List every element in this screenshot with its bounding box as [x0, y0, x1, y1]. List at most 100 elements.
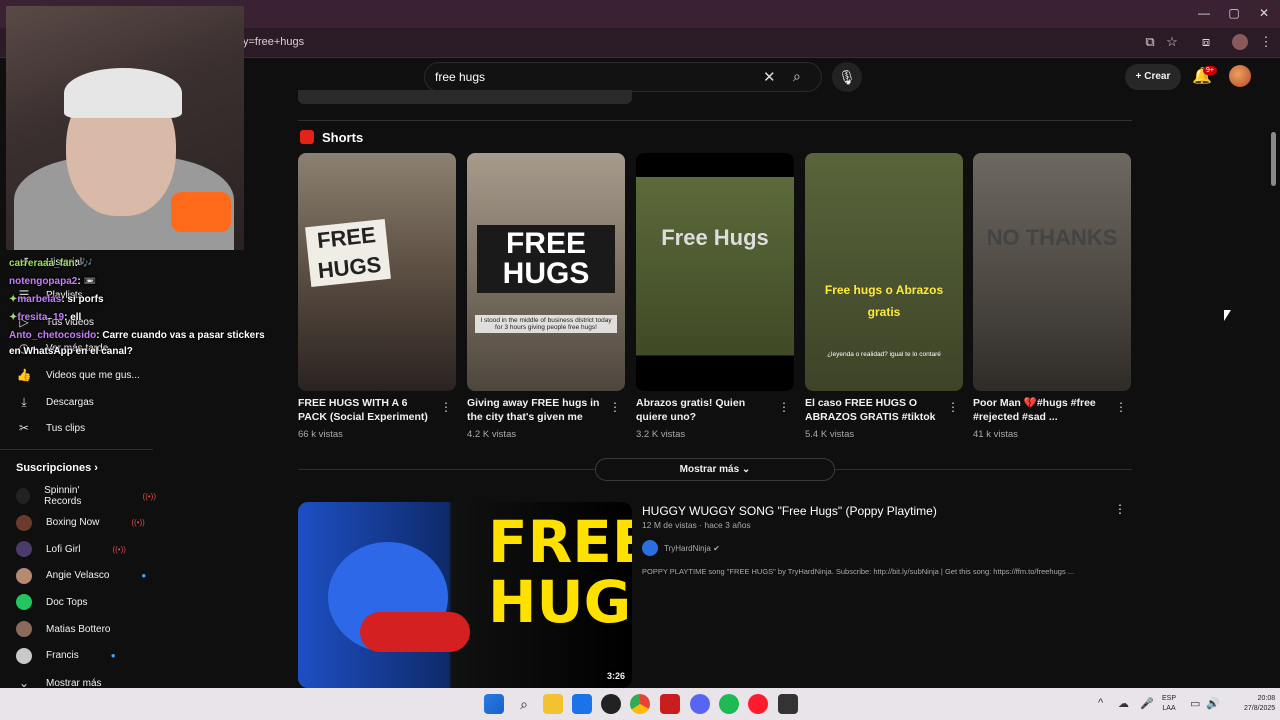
short-views: 66 k vistas [298, 429, 343, 440]
cast-icon[interactable]: ⧉ [1142, 34, 1158, 50]
search-icon[interactable]: ⌕ [514, 694, 534, 714]
short-thumbnail[interactable]: Free hugs o Abrazos gratis ¿leyenda o rea… [805, 153, 963, 391]
channel-avatar [16, 567, 32, 584]
chat-message: carreraaa_fan: 🎶 [9, 256, 279, 272]
subscription-item[interactable]: Francis ● [16, 646, 156, 666]
subscription-item[interactable]: Matias Bottero [16, 619, 156, 639]
voice-search-icon[interactable]: 🎙 [832, 62, 862, 92]
profile-icon[interactable] [1232, 34, 1248, 50]
video-title[interactable]: HUGGY WUGGY SONG "Free Hugs" (Poppy Play… [642, 504, 937, 518]
maximize-button[interactable]: ▢ [1224, 6, 1244, 20]
network-icon[interactable]: ☁ [1118, 697, 1129, 710]
sidebar-item-4[interactable]: 👍 Videos que me gus... [16, 365, 156, 385]
discord-icon[interactable] [690, 694, 710, 714]
video-thumbnail[interactable]: FREE HUGS [298, 502, 632, 688]
lang-top: ESP [1162, 695, 1177, 702]
language-indicator[interactable]: ESP LAA [1162, 694, 1176, 714]
short-title[interactable]: Giving away FREE hugs in the city that's… [467, 396, 607, 424]
browser-menu-icon[interactable]: ⋮ [1258, 34, 1274, 50]
chevron-down-icon: ⌄ [741, 464, 751, 475]
video-duration: 3:26 [603, 670, 630, 682]
chat-message: Anto_chetocosido: Carre cuando vas a pas… [9, 328, 279, 360]
bookmark-star-icon[interactable]: ☆ [1164, 34, 1180, 50]
new-content-dot: ● [110, 651, 116, 661]
chevron-right-icon: › [94, 462, 98, 474]
short-title[interactable]: FREE HUGS WITH A 6 PACK (Social Experime… [298, 396, 438, 424]
short-thumbnail-text: FREE HUGS [305, 218, 391, 288]
short-more-options-icon[interactable]: ⋮ [947, 400, 959, 414]
subscriptions-heading[interactable]: Suscripciones › [16, 462, 98, 474]
short-more-options-icon[interactable]: ⋮ [778, 400, 790, 414]
sidebar-item-6[interactable]: ✂ Tus clips [16, 418, 156, 438]
clock-time: 20:08 [1257, 695, 1276, 702]
opera-icon[interactable] [748, 694, 768, 714]
chat-username: Anto_chetocosido [9, 330, 97, 341]
channel-avatar [16, 594, 32, 611]
subscription-item[interactable]: Spinnin' Records ((•)) [16, 485, 156, 507]
short-more-options-icon[interactable]: ⋮ [1115, 400, 1127, 414]
channel-name-text: TryHardNinja [664, 544, 711, 553]
extensions-icon[interactable]: ⧈ [1198, 34, 1214, 50]
chrome-icon[interactable] [630, 694, 650, 714]
subscription-item[interactable]: Angie Velasco ● [16, 566, 156, 586]
file-explorer-icon[interactable] [543, 694, 563, 714]
short-thumbnail-text: NO THANKS [986, 225, 1118, 250]
shorts-show-more-button[interactable]: Mostrar más ⌄ [595, 458, 835, 481]
app-icon[interactable] [660, 694, 680, 714]
clear-search-icon[interactable]: ✕ [763, 68, 776, 86]
app-icon-2[interactable] [778, 694, 798, 714]
obs-icon[interactable] [601, 694, 621, 714]
outlook-icon[interactable] [572, 694, 592, 714]
subscription-name: Spinnin' Records [44, 485, 82, 507]
subscription-name: Matias Bottero [46, 623, 111, 635]
short-title[interactable]: El caso FREE HUGS O ABRAZOS GRATIS #tikt… [805, 396, 945, 424]
channel-avatar[interactable] [642, 540, 658, 556]
channel-name[interactable]: TryHardNinja ✔ [664, 544, 720, 553]
subscription-item[interactable]: Boxing Now ((•)) [16, 513, 156, 533]
short-thumbnail[interactable]: Free Hugs [636, 153, 794, 391]
create-label: Crear [1144, 71, 1171, 82]
notification-badge: 9+ [1203, 66, 1217, 75]
chat-text: : ell [64, 312, 82, 323]
short-more-options-icon[interactable]: ⋮ [440, 400, 452, 414]
short-thumbnail-text: FREE HUGS [477, 225, 615, 293]
create-button[interactable]: + Crear [1125, 64, 1181, 90]
scrollbar-thumb[interactable] [1271, 132, 1276, 186]
url-text[interactable]: y=free+hugs [243, 36, 304, 48]
sidebar-item-label: Descargas [46, 396, 94, 408]
spotify-icon[interactable] [719, 694, 739, 714]
short-more-options-icon[interactable]: ⋮ [609, 400, 621, 414]
previous-video-thumbnail-edge[interactable] [298, 90, 632, 104]
close-window-button[interactable]: ✕ [1254, 6, 1274, 20]
short-title[interactable]: Abrazos gratis! Quien quiere uno? [636, 396, 776, 424]
shorts-show-more-label: Mostrar más [679, 464, 740, 475]
thumbnail-text: FREE HUGS [488, 508, 632, 636]
subscription-item[interactable]: Lofi Girl ((•)) [16, 539, 156, 559]
search-icon[interactable]: ⌕ [793, 68, 801, 85]
short-thumbnail[interactable]: FREE HUGS [298, 153, 456, 391]
video-more-options-icon[interactable]: ⋮ [1114, 502, 1126, 516]
subscription-item[interactable]: Doc Tops [16, 592, 156, 612]
tray-chevron-icon[interactable]: ^ [1098, 697, 1103, 709]
chat-username: notengopapa2 [9, 276, 78, 287]
minimize-button[interactable]: — [1194, 6, 1214, 20]
volume-icon[interactable]: 🔊 [1206, 697, 1220, 710]
short-title[interactable]: Poor Man 💔#hugs #free #rejected #sad ... [973, 396, 1113, 424]
chat-username: fresita_19 [17, 312, 65, 323]
display-icon[interactable]: ▭ [1190, 697, 1200, 710]
short-thumbnail[interactable]: NO THANKS [973, 153, 1131, 391]
search-input[interactable]: free hugs [435, 70, 485, 84]
subscription-name: Angie Velasco [46, 570, 110, 582]
search-box[interactable]: free hugs ✕ ⌕ [424, 62, 822, 92]
short-views: 41 k vistas [973, 429, 1018, 440]
windows-start-icon[interactable] [484, 694, 504, 714]
subscription-name: Francis [46, 650, 79, 662]
sidebar-item-5[interactable]: ⤓ Descargas [16, 392, 156, 412]
sidebar-item-label: Tus clips [46, 422, 86, 434]
video-description: POPPY PLAYTIME song "FREE HUGS" by TryHa… [642, 567, 1075, 576]
microphone-icon[interactable]: 🎤 [1140, 697, 1154, 710]
short-thumbnail[interactable]: FREE HUGS I stood in the middle of busine… [467, 153, 625, 391]
system-clock[interactable]: 20:08 27/8/2025 [1244, 694, 1275, 714]
chat-username: carreraaa_fan [9, 258, 75, 269]
account-avatar[interactable] [1229, 65, 1251, 87]
